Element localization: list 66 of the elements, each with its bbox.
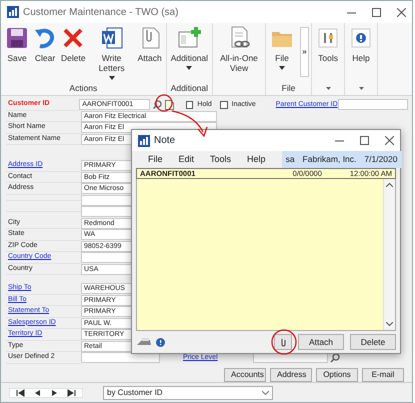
ribbon-button[interactable]: File — [268, 25, 296, 71]
maximize-icon[interactable] — [360, 136, 369, 145]
parent-customer-id-field[interactable] — [338, 99, 408, 110]
ribbon-button[interactable]: Save — [3, 25, 31, 65]
help-icon[interactable] — [156, 338, 165, 346]
delete-icon — [61, 26, 86, 50]
annotation-circle — [155, 94, 173, 112]
undo-arrow-icon — [33, 26, 57, 50]
sort-dropdown[interactable]: by Customer ID — [103, 386, 273, 400]
lookup-icon[interactable] — [330, 352, 340, 363]
first-record-icon — [16, 388, 25, 396]
window-button[interactable]: E-mail — [362, 368, 404, 382]
caret-icon[interactable] — [326, 87, 331, 90]
word-document-icon — [100, 26, 124, 50]
save-icon — [5, 26, 29, 50]
chevron-up-icon — [386, 183, 393, 187]
close-icon[interactable] — [385, 136, 394, 145]
group-label: File — [282, 82, 296, 95]
ribbon-button[interactable]: Tools — [314, 25, 342, 65]
app-icon — [138, 134, 150, 146]
window-title: Note — [154, 134, 176, 148]
app-icon — [7, 6, 19, 18]
status-text: 7/1/2020 — [364, 153, 398, 166]
note-button[interactable]: Delete — [350, 334, 396, 350]
ribbon-button[interactable]: Clear — [31, 25, 59, 65]
attach-button[interactable] — [274, 334, 292, 350]
ribbon-button[interactable]: Additional — [168, 25, 210, 71]
last-record-icon — [67, 388, 76, 396]
lookup-icon[interactable] — [152, 100, 162, 110]
caret-icon[interactable] — [358, 87, 364, 90]
window-button[interactable]: Address — [270, 368, 312, 382]
group-label: Actions — [69, 82, 98, 95]
note-button[interactable]: Attach — [298, 334, 344, 350]
status-text: Fabrikam, Inc. — [302, 153, 356, 166]
menu-item[interactable]: Tools — [210, 152, 232, 166]
window-button[interactable]: Accounts — [224, 368, 266, 382]
menu-item[interactable]: Help — [247, 152, 266, 166]
paperclip-icon — [280, 338, 286, 346]
annotation-arrow — [172, 110, 208, 138]
window-plus-icon — [177, 26, 202, 50]
close-icon[interactable] — [397, 8, 406, 16]
chevron-down-icon — [386, 322, 393, 326]
ribbon-button[interactable]: Help — [347, 25, 376, 65]
status-text: sa — [286, 153, 295, 166]
next-record-icon — [50, 388, 59, 396]
ribbon-button[interactable]: All-in-One View — [215, 25, 264, 75]
overflow-button[interactable]: » — [300, 27, 310, 77]
menu-item[interactable]: Edit — [178, 152, 194, 166]
hold-checkbox[interactable] — [186, 100, 194, 109]
ribbon-button[interactable]: Delete — [59, 25, 88, 65]
input-field[interactable] — [81, 352, 160, 364]
help-icon — [349, 26, 374, 50]
maximize-icon[interactable] — [372, 8, 381, 16]
annotation-circle — [271, 329, 297, 355]
previous-record-icon — [33, 388, 42, 396]
scrollbar[interactable] — [383, 179, 395, 330]
window-button[interactable]: Options — [316, 368, 358, 382]
tools-icon — [316, 26, 340, 50]
printer-icon — [136, 337, 152, 347]
chevron-down-icon — [262, 390, 269, 394]
group-label: Additional — [170, 82, 208, 95]
window-title: Customer Maintenance - TWO (sa) — [23, 6, 178, 20]
ribbon-button[interactable]: Write Letters — [88, 25, 136, 81]
ribbon-button[interactable]: Attach — [136, 25, 164, 65]
first-record-button[interactable] — [14, 388, 27, 396]
last-record-button[interactable] — [65, 388, 78, 396]
